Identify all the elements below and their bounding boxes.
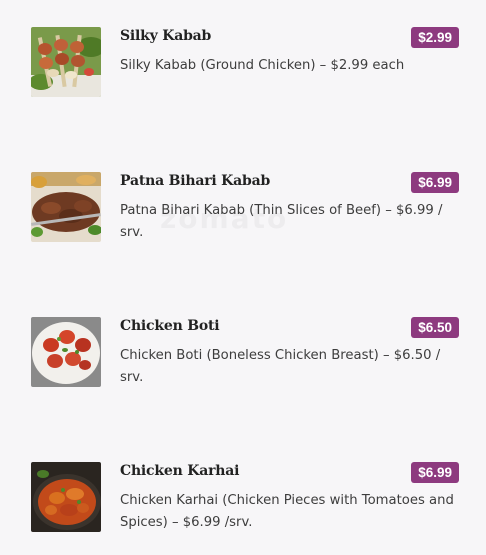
item-description: Chicken Boti (Boneless Chicken Breast) –… [120, 348, 441, 385]
menu-item-chicken-karhai: Chicken Karhai $6.99 Chicken Karhai (Chi… [0, 462, 486, 555]
item-name: Patna Bihari Kabab [120, 173, 271, 189]
menu-item-silky-kabab: Silky Kabab $2.99 Silky Kabab (Ground Ch… [0, 27, 486, 137]
chicken-boti-image[interactable] [31, 317, 101, 387]
item-description: Silky Kabab (Ground Chicken) – $2.99 eac… [120, 58, 405, 73]
patna-bihari-kabab-image[interactable] [31, 172, 101, 242]
item-description: Patna Bihari Kabab (Thin Slices of Beef)… [120, 203, 443, 240]
item-name: Chicken Boti [120, 318, 220, 334]
menu-item-chicken-boti: Chicken Boti $6.50 Chicken Boti (Boneles… [0, 317, 486, 427]
menu-item-patna-bihari-kabab: Patna Bihari Kabab $6.99 Patna Bihari Ka… [0, 172, 486, 282]
price-badge: $6.99 [411, 172, 459, 193]
item-description: Chicken Karhai (Chicken Pieces with Toma… [120, 493, 454, 530]
item-name: Chicken Karhai [120, 463, 240, 479]
price-badge: $2.99 [411, 27, 459, 48]
silky-kabab-image[interactable] [31, 27, 101, 97]
price-badge: $6.50 [411, 317, 459, 338]
item-name: Silky Kabab [120, 28, 212, 44]
price-badge: $6.99 [411, 462, 459, 483]
chicken-karhai-image[interactable] [31, 462, 101, 532]
menu-list: zomato Silky [0, 0, 486, 555]
